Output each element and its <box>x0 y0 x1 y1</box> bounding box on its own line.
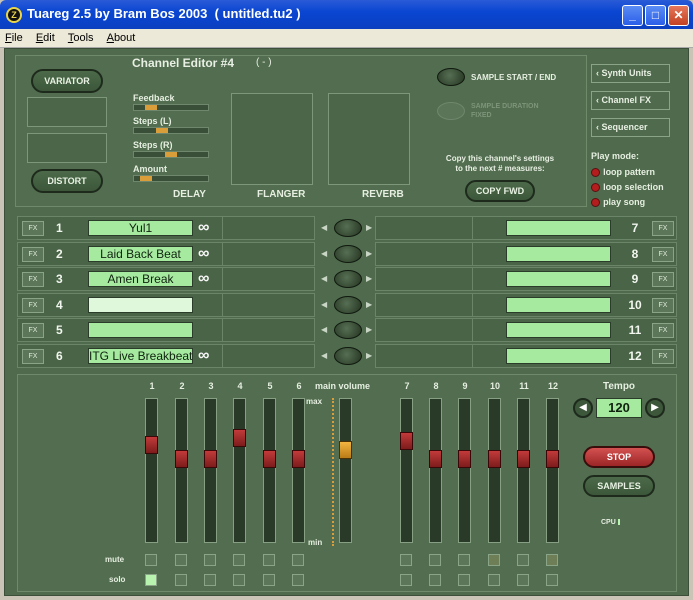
max-label: max <box>306 397 323 406</box>
solo-toggle[interactable] <box>488 574 500 586</box>
channel-fader[interactable] <box>517 398 530 543</box>
mixer-channel-number: 1 <box>149 381 155 391</box>
main-window: VARIATOR DISTORT Channel Editor #4 ( - )… <box>4 48 689 596</box>
fader-knob[interactable] <box>458 449 471 468</box>
solo-toggle[interactable] <box>546 574 558 586</box>
mixer-channel-number: 2 <box>179 381 185 391</box>
mixer-channel-number: 5 <box>267 381 273 391</box>
channel-fader[interactable] <box>292 398 305 543</box>
mixer-channel-number: 6 <box>296 381 302 391</box>
mixer-channel-number: 8 <box>433 381 439 391</box>
tempo-up-button[interactable]: ▶ <box>645 398 665 418</box>
fader-knob[interactable] <box>488 449 501 468</box>
fader-knob[interactable] <box>233 429 246 448</box>
menu-edit-rest: dit <box>43 32 55 44</box>
channel-fader[interactable] <box>175 398 188 543</box>
solo-toggle[interactable] <box>145 574 157 586</box>
menu-bar: File Edit Tools About <box>0 29 693 48</box>
tempo-label: Tempo <box>603 381 636 392</box>
mute-toggle[interactable] <box>400 554 412 566</box>
channel-fader[interactable] <box>263 398 276 543</box>
channel-fader[interactable] <box>458 398 471 543</box>
mute-toggle[interactable] <box>517 554 529 566</box>
fader-knob[interactable] <box>263 449 276 468</box>
channel-fader[interactable] <box>233 398 246 543</box>
cpu-label: CPU <box>601 519 620 526</box>
mute-toggle[interactable] <box>263 554 275 566</box>
menu-tools[interactable]: Tools <box>63 30 99 46</box>
menu-tools-rest: ools <box>73 32 94 44</box>
fader-knob[interactable] <box>145 435 158 454</box>
maximize-icon[interactable]: □ <box>645 5 666 26</box>
tempo-value[interactable]: 120 <box>596 398 642 418</box>
cpu-meter <box>617 519 620 526</box>
mixer-channel-number: 7 <box>404 381 410 391</box>
main-volume-knob[interactable] <box>339 440 352 459</box>
fader-knob[interactable] <box>204 449 217 468</box>
solo-toggle[interactable] <box>400 574 412 586</box>
mute-toggle[interactable] <box>546 554 558 566</box>
stop-button[interactable]: STOP <box>583 446 655 468</box>
channel-fader[interactable] <box>429 398 442 543</box>
fader-knob[interactable] <box>546 449 559 468</box>
mixer-channel-number: 11 <box>519 381 529 391</box>
samples-button[interactable]: SAMPLES <box>583 475 655 497</box>
mixer-channel-number: 12 <box>547 381 558 391</box>
solo-toggle[interactable] <box>292 574 304 586</box>
main-volume-label: main volume <box>315 381 371 391</box>
mute-toggle[interactable] <box>233 554 245 566</box>
mute-toggle[interactable] <box>204 554 216 566</box>
fader-knob[interactable] <box>517 449 530 468</box>
fader-knob[interactable] <box>292 449 305 468</box>
channel-fader[interactable] <box>204 398 217 543</box>
menu-file[interactable]: File <box>0 30 28 46</box>
mixer-channel-number: 10 <box>489 381 500 391</box>
minimize-icon[interactable]: _ <box>622 5 643 26</box>
mute-toggle[interactable] <box>175 554 187 566</box>
mixer-channel-number: 9 <box>462 381 468 391</box>
solo-toggle[interactable] <box>175 574 187 586</box>
mute-toggle[interactable] <box>145 554 157 566</box>
solo-toggle[interactable] <box>263 574 275 586</box>
solo-label: solo <box>109 575 126 584</box>
channel-fader[interactable] <box>546 398 559 543</box>
solo-toggle[interactable] <box>429 574 441 586</box>
menu-about-rest: bout <box>113 32 136 44</box>
min-label: min <box>308 538 323 547</box>
menu-file-rest: ile <box>11 32 23 44</box>
solo-toggle[interactable] <box>517 574 529 586</box>
main-volume-scale <box>332 398 336 546</box>
channel-fader[interactable] <box>400 398 413 543</box>
menu-about[interactable]: About <box>102 30 141 46</box>
fader-knob[interactable] <box>400 432 413 451</box>
fader-knob[interactable] <box>429 449 442 468</box>
channel-fader[interactable] <box>488 398 501 543</box>
title-bar[interactable]: Z Tuareg 2.5 by Bram Bos 2003 ( untitled… <box>0 0 693 29</box>
solo-toggle[interactable] <box>458 574 470 586</box>
main-volume-fader[interactable] <box>339 398 352 543</box>
window-title: Tuareg 2.5 by Bram Bos 2003 ( untitled.t… <box>27 6 301 21</box>
cpu-text: CPU <box>601 519 616 526</box>
channel-fader[interactable] <box>145 398 158 543</box>
mixer-channel-number: 4 <box>237 381 243 391</box>
mixer-channel-number: 3 <box>208 381 214 391</box>
solo-toggle[interactable] <box>233 574 245 586</box>
mute-toggle[interactable] <box>458 554 470 566</box>
solo-toggle[interactable] <box>204 574 216 586</box>
mute-toggle[interactable] <box>488 554 500 566</box>
fader-knob[interactable] <box>175 449 188 468</box>
close-icon[interactable]: ✕ <box>668 5 689 26</box>
tempo-down-button[interactable]: ◀ <box>573 398 593 418</box>
menu-edit[interactable]: Edit <box>31 30 60 46</box>
app-icon: Z <box>6 7 22 23</box>
mute-toggle[interactable] <box>292 554 304 566</box>
mute-toggle[interactable] <box>429 554 441 566</box>
mute-label: mute <box>105 555 125 564</box>
